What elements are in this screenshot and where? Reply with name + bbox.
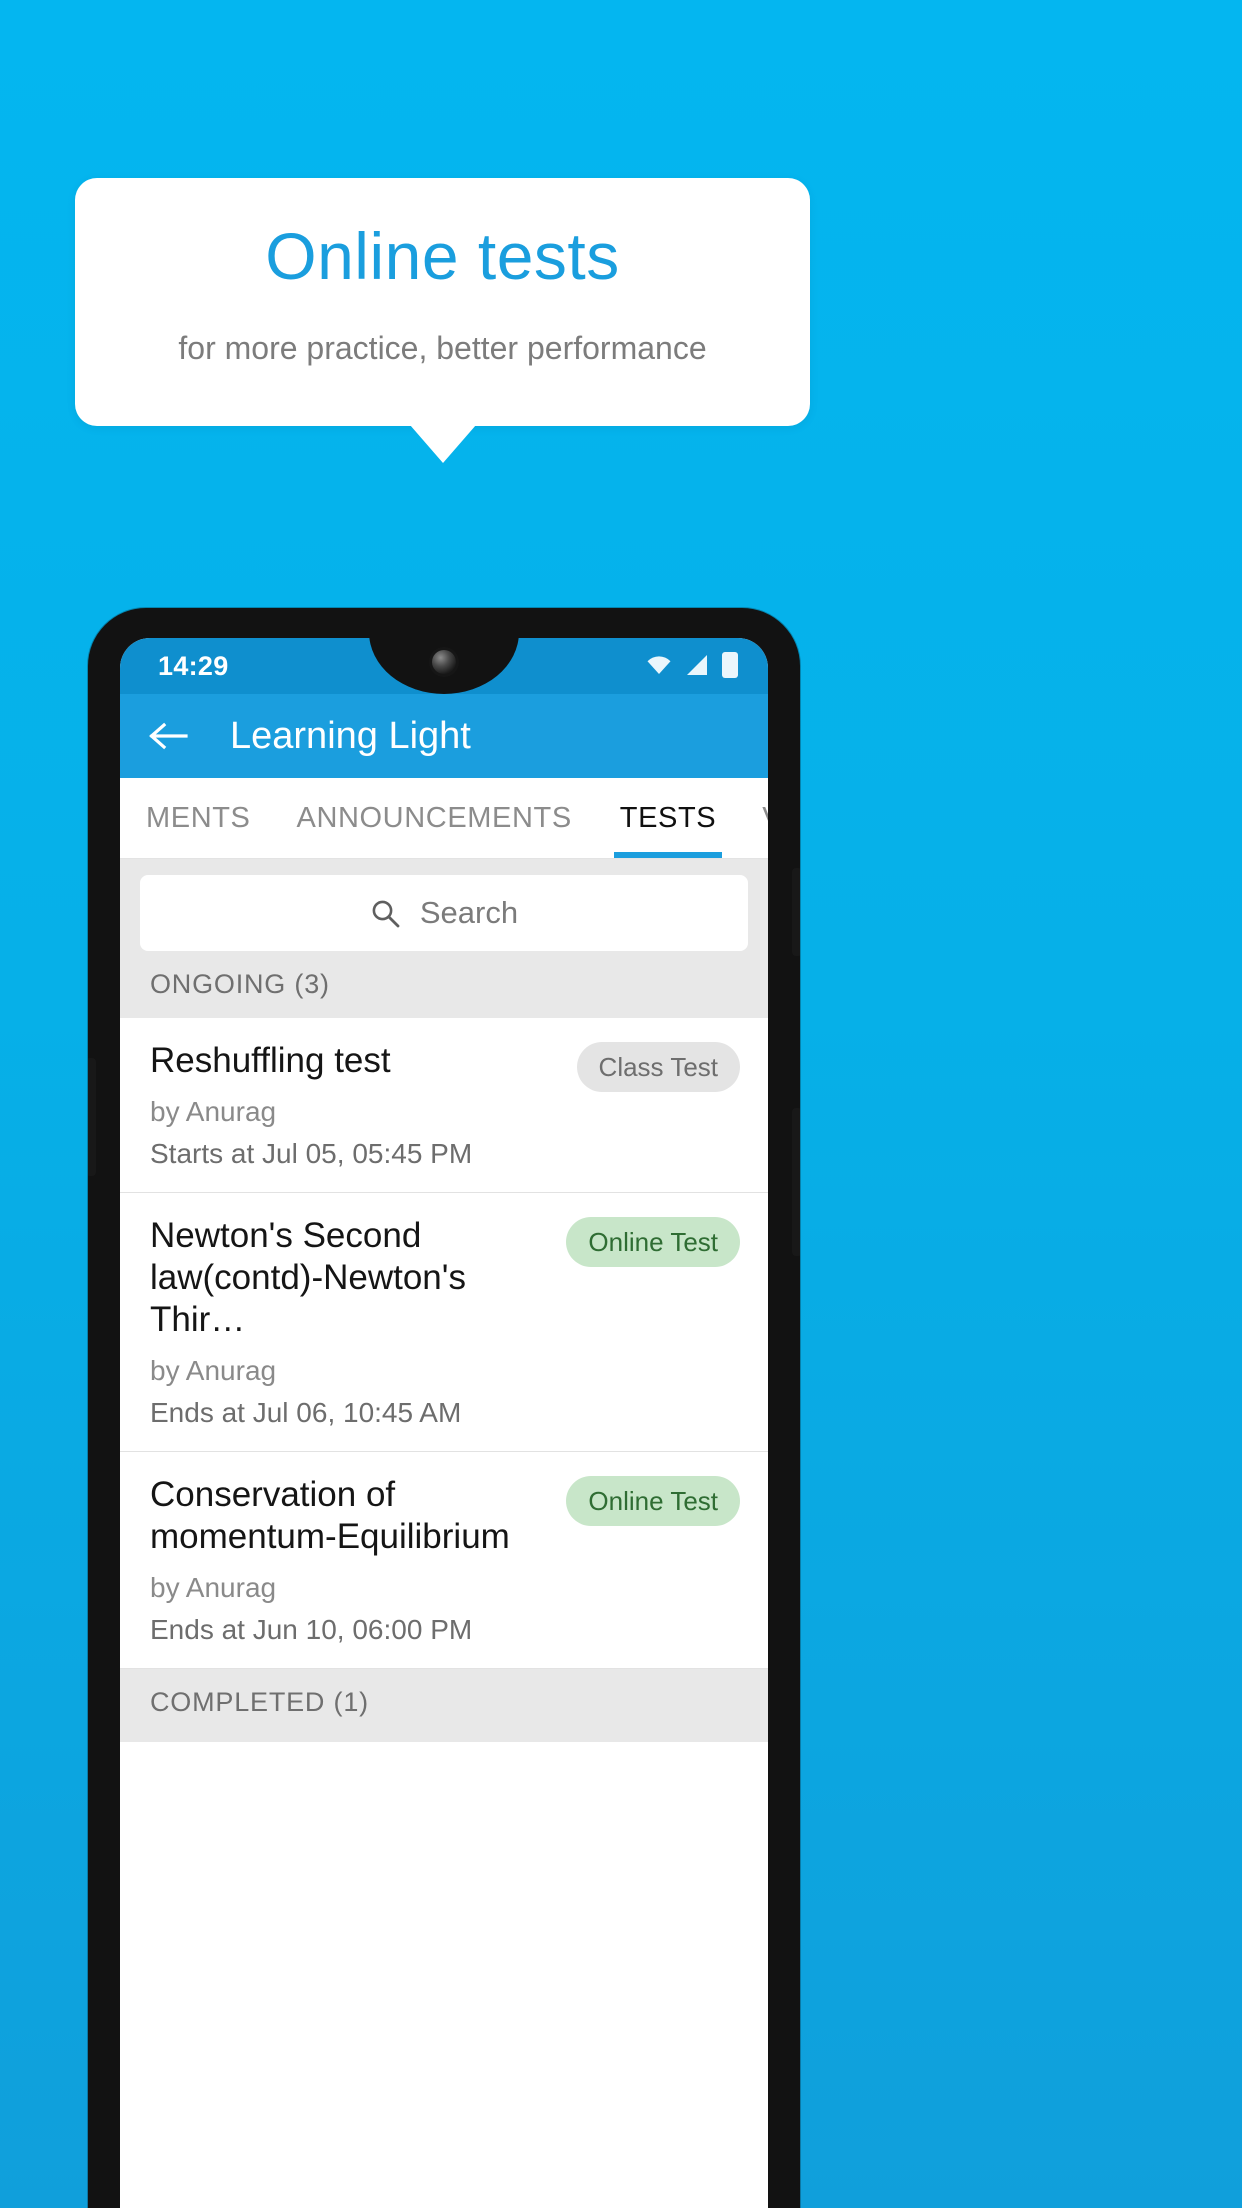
status-bar: 14:29: [120, 638, 768, 694]
status-badge: Class Test: [576, 1042, 740, 1092]
test-title: Conservation of momentum-Equilibrium: [150, 1475, 510, 1556]
tab-assignments[interactable]: MENTS: [146, 778, 251, 858]
promo-screen: Online tests for more practice, better p…: [0, 0, 1242, 2208]
app-bar: Learning Light: [120, 694, 768, 778]
test-schedule: Ends at Jun 10, 06:00 PM: [150, 1614, 473, 1645]
status-time: 14:29: [158, 651, 229, 681]
tab-videos[interactable]: VIDEOS: [762, 778, 768, 858]
list-item[interactable]: Reshuffling test by Anurag Starts at Jul…: [120, 1018, 768, 1193]
test-author: by Anurag: [150, 1572, 277, 1603]
wifi-icon: [646, 655, 672, 675]
promo-callout: Online tests for more practice, better p…: [75, 178, 810, 426]
camera-notch: [369, 638, 519, 698]
phone-screen: 14:29 Learning Light MENTS ANNOUNCEMENTS…: [120, 638, 768, 2208]
page-title: Learning Light: [230, 715, 471, 757]
tab-bar: MENTS ANNOUNCEMENTS TESTS VIDEOS: [120, 778, 768, 859]
list-item[interactable]: Conservation of momentum-Equilibrium by …: [120, 1452, 768, 1669]
section-header-completed: COMPLETED (1): [120, 1669, 768, 1742]
test-list: Reshuffling test by Anurag Starts at Jul…: [120, 1018, 768, 1669]
phone-mockup: 14:29 Learning Light MENTS ANNOUNCEMENTS…: [88, 608, 800, 2208]
test-schedule: Ends at Jul 06, 10:45 AM: [150, 1397, 462, 1428]
test-title: Reshuffling test: [150, 1041, 391, 1080]
search-input[interactable]: Search: [140, 875, 748, 951]
search-zone: Search: [120, 859, 768, 969]
test-schedule: Starts at Jul 05, 05:45 PM: [150, 1138, 473, 1169]
tab-announcements[interactable]: ANNOUNCEMENTS: [297, 778, 572, 858]
promo-subtitle: for more practice, better performance: [178, 330, 707, 366]
search-placeholder: Search: [419, 895, 519, 930]
status-icons: [646, 652, 738, 678]
signal-icon: [685, 654, 709, 676]
back-arrow-icon[interactable]: [146, 716, 190, 756]
test-author: by Anurag: [150, 1355, 277, 1386]
tab-tests[interactable]: TESTS: [613, 778, 723, 858]
callout-tail: [410, 425, 476, 463]
list-item[interactable]: Newton's Second law(contd)-Newton's Thir…: [120, 1193, 768, 1452]
section-header-ongoing: ONGOING (3): [120, 969, 768, 1018]
search-icon: [370, 898, 400, 928]
test-title: Newton's Second law(contd)-Newton's Thir…: [150, 1216, 466, 1339]
battery-icon: [722, 652, 738, 678]
test-author: by Anurag: [150, 1096, 277, 1127]
status-badge: Online Test: [566, 1217, 740, 1267]
front-camera-icon: [432, 650, 456, 674]
power-button-upper[interactable]: [792, 868, 800, 956]
power-button-lower[interactable]: [792, 1108, 800, 1256]
promo-title: Online tests: [265, 219, 620, 293]
status-badge: Online Test: [566, 1476, 740, 1526]
volume-button[interactable]: [88, 1058, 96, 1176]
